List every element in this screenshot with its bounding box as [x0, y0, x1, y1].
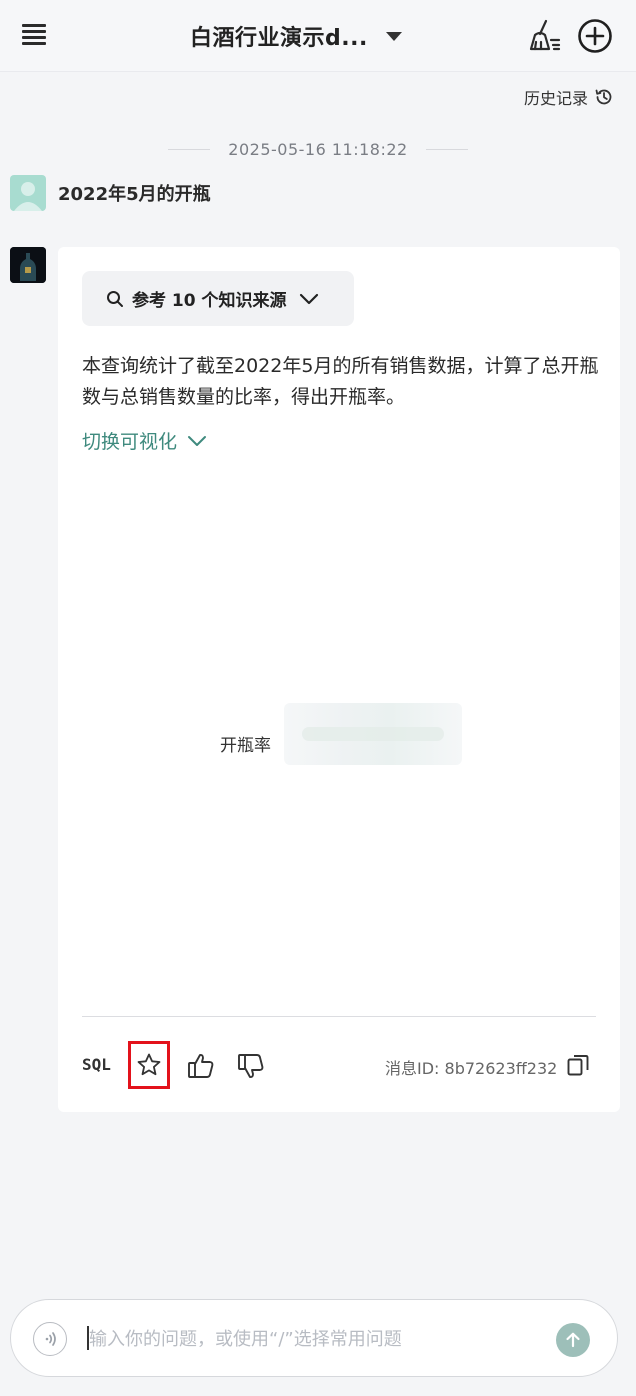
user-message: 2022年5月的开瓶 — [58, 184, 211, 205]
divider-line — [425, 148, 468, 150]
chat-input-bar — [10, 1299, 618, 1377]
card-divider — [82, 1016, 596, 1017]
bot-avatar — [10, 247, 46, 283]
sql-button[interactable]: SQL — [82, 1055, 111, 1074]
send-button[interactable] — [556, 1323, 590, 1357]
metric-value-blurred — [284, 703, 462, 765]
chevron-down-icon — [188, 435, 207, 446]
toggle-visualization-label: 切换可视化 — [82, 431, 178, 453]
sources-button[interactable]: 参考 10 个知识来源 — [82, 271, 354, 326]
voice-icon[interactable] — [33, 1322, 67, 1356]
chevron-down-icon — [299, 293, 318, 304]
answer-card: 参考 10 个知识来源 本查询统计了截至2022年5月的所有销售数据，计算了总开… — [58, 247, 620, 1112]
timestamp-divider: 2025-05-16 11:18:22 — [0, 137, 636, 161]
top-bar: 白酒行业演示d... — [0, 0, 636, 72]
history-link[interactable]: 历史记录 — [524, 85, 614, 109]
metric-label: 开瓶率 — [220, 736, 271, 756]
favorite-button[interactable] — [128, 1041, 170, 1089]
copy-icon[interactable] — [566, 1053, 590, 1077]
toggle-visualization[interactable]: 切换可视化 — [82, 427, 207, 454]
dataset-selector[interactable]: 白酒行业演示d... — [190, 20, 402, 52]
caret-down-icon — [385, 31, 402, 41]
divider-line — [168, 148, 211, 150]
timestamp: 2025-05-16 11:18:22 — [228, 139, 408, 159]
message-id: 消息ID: 8b72623ff232 — [385, 1059, 558, 1078]
history-icon — [595, 89, 612, 105]
star-icon — [137, 1053, 161, 1076]
thumbs-up-icon[interactable] — [186, 1051, 216, 1081]
menu-icon[interactable] — [20, 22, 48, 48]
thumbs-down-icon[interactable] — [236, 1051, 266, 1081]
search-icon — [107, 290, 123, 307]
question-input[interactable] — [89, 1320, 529, 1358]
user-avatar — [10, 175, 46, 211]
sources-label: 参考 10 个知识来源 — [132, 291, 287, 311]
broom-icon[interactable] — [526, 18, 562, 54]
plus-circle-icon[interactable] — [576, 17, 614, 55]
page-title: 白酒行业演示d... — [190, 26, 368, 51]
history-label: 历史记录 — [523, 89, 588, 108]
answer-text: 本查询统计了截至2022年5月的所有销售数据，计算了总开瓶数与总销售数量的比率，… — [82, 355, 599, 408]
arrow-up-icon — [566, 1332, 580, 1348]
